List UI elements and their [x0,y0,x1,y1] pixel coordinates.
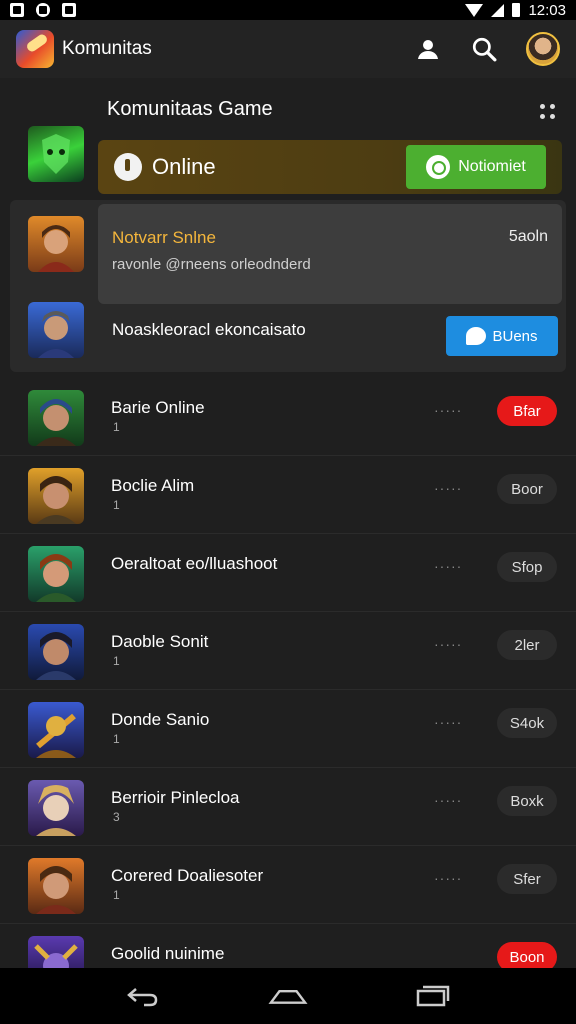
game-thumbnail[interactable] [28,126,84,182]
notify-button-label: Notiomiet [458,158,526,175]
game-thumbnail [28,546,84,602]
game-name: Goolid nuinime [111,944,225,963]
app-logo [16,30,54,68]
game-name: Boclie Alim [111,476,195,495]
more-dots-icon[interactable]: ····· [434,402,462,418]
featured-name: Notvarr Snlne [112,228,216,247]
game-thumbnail [28,858,84,914]
game-thumbnail [28,216,84,272]
game-name: Berrioir Pinlecloa [111,788,240,807]
notify-button[interactable]: Notiomiet [406,145,546,189]
list-item[interactable]: Barie Online 1 ····· Bfar [0,378,576,456]
search-icon [426,155,451,179]
discord-button-label: BUens [492,327,538,345]
game-thumbnail [28,780,84,836]
app-bar: Komunitas [0,20,576,78]
gmail-icon [10,3,24,17]
signal-icon [491,3,505,17]
featured-second-title: Noaskleoracl ekoncaisato [112,320,306,339]
status-bar: 12:03 [0,0,576,20]
navigation-bar [0,968,576,1024]
back-icon[interactable] [123,981,163,1011]
wifi-icon [465,3,484,17]
clock: 12:03 [528,1,566,19]
image-icon [62,3,76,17]
more-dots-icon[interactable]: ····· [434,480,462,496]
featured-status: 5aoln [508,228,548,245]
notification-icon [36,3,50,17]
featured-card[interactable]: Notvarr Snlne 5aoln ravonle @rneens orle… [10,200,566,372]
game-sub: 1 [113,732,120,746]
alert-icon [114,153,142,181]
action-pill[interactable]: Sfop [497,552,557,582]
more-dots-icon[interactable]: ····· [434,792,462,808]
game-thumbnail [28,624,84,680]
avatar[interactable] [526,32,560,66]
game-sub: 1 [113,654,120,668]
game-thumbnail [28,390,84,446]
action-pill[interactable]: S4ok [497,708,557,738]
game-list: Barie Online 1 ····· Bfar Boclie Alim 1 … [0,378,576,1002]
game-sub: 1 [113,888,120,902]
list-item[interactable]: Oeraltoat eo/lluashoot ····· Sfop [0,534,576,612]
game-thumbnail [28,702,84,758]
chat-icon [466,327,487,345]
game-name: Daoble Sonit [111,632,209,651]
discord-button[interactable]: BUens [446,316,558,356]
game-thumbnail [28,468,84,524]
more-dots-icon[interactable]: ····· [434,558,462,574]
section-title: Komunitaas Game [107,98,273,120]
action-pill[interactable]: 2ler [497,630,557,660]
home-icon[interactable] [268,981,308,1011]
action-pill[interactable]: Boor [497,474,557,504]
list-item[interactable]: Donde Sanio 1 ····· S4ok [0,690,576,768]
recents-icon[interactable] [413,981,453,1011]
search-icon[interactable] [470,35,498,63]
online-banner: Online Notiomiet [98,140,562,194]
action-pill[interactable]: Boxk [497,786,557,816]
game-name: Donde Sanio [111,710,210,729]
battery-icon [512,3,521,17]
section-header: Komunitaas Game [0,78,576,138]
more-dots-icon[interactable]: ····· [434,870,462,886]
more-dots-icon[interactable]: ····· [434,636,462,652]
list-item[interactable]: Corered Doaliesoter 1 ····· Sfer [0,846,576,924]
app-title: Komunitas [62,38,152,59]
profile-icon[interactable] [414,35,442,63]
game-name: Barie Online [111,398,205,417]
action-pill[interactable]: Sfer [497,864,557,894]
game-name: Corered Doaliesoter [111,866,264,885]
featured-highlight[interactable]: Notvarr Snlne 5aoln ravonle @rneens orle… [98,204,562,304]
grid-menu-icon[interactable] [540,104,556,120]
featured-subtitle: ravonle @rneens orleodnderd [112,256,311,273]
game-sub: 1 [113,498,120,512]
list-item[interactable]: Berrioir Pinlecloa 3 ····· Boxk [0,768,576,846]
game-thumbnail [28,302,84,358]
more-dots-icon[interactable]: ····· [434,714,462,730]
list-item[interactable]: Daoble Sonit 1 ····· 2ler [0,612,576,690]
online-label: Online [152,154,216,179]
game-sub: 1 [113,420,120,434]
game-name: Oeraltoat eo/lluashoot [111,554,278,573]
list-item[interactable]: Boclie Alim 1 ····· Boor [0,456,576,534]
action-pill[interactable]: Bfar [497,396,557,426]
game-sub: 3 [113,810,120,824]
